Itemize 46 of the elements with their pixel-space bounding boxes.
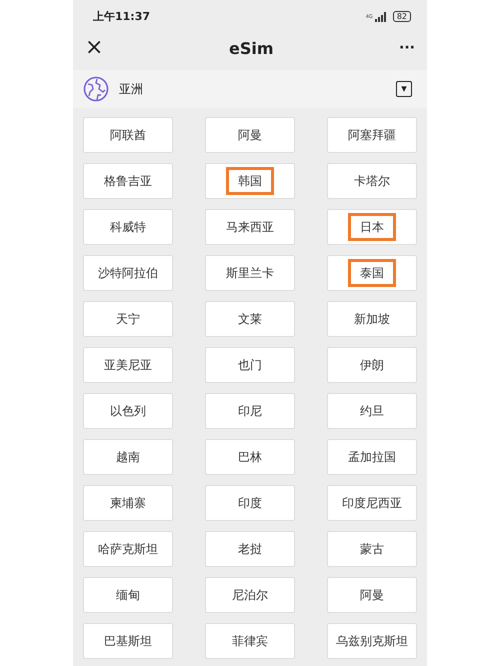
- battery-level: 82: [392, 11, 411, 22]
- country-button[interactable]: 也门: [205, 347, 295, 383]
- country-button[interactable]: 老挝: [205, 531, 295, 567]
- country-button[interactable]: 阿曼: [205, 117, 295, 153]
- country-button[interactable]: 蒙古: [327, 531, 417, 567]
- country-button[interactable]: 越南: [83, 439, 173, 475]
- country-button[interactable]: 文莱: [205, 301, 295, 337]
- country-button[interactable]: 亚美尼亚: [83, 347, 173, 383]
- country-button[interactable]: 格鲁吉亚: [83, 163, 173, 199]
- country-button[interactable]: 印尼: [205, 393, 295, 429]
- dropdown-toggle[interactable]: ▾: [396, 81, 412, 97]
- country-button[interactable]: 尼泊尔: [205, 577, 295, 613]
- country-button[interactable]: 日本: [327, 209, 417, 245]
- country-button[interactable]: 韩国: [205, 163, 295, 199]
- country-button[interactable]: 卡塔尔: [327, 163, 417, 199]
- country-button[interactable]: 新加坡: [327, 301, 417, 337]
- country-button[interactable]: 以色列: [83, 393, 173, 429]
- globe-icon: [83, 76, 109, 102]
- country-button[interactable]: 印度尼西亚: [327, 485, 417, 521]
- country-button[interactable]: 科威特: [83, 209, 173, 245]
- country-button[interactable]: 伊朗: [327, 347, 417, 383]
- signal-icon: [374, 12, 387, 22]
- country-button[interactable]: 巴基斯坦: [83, 623, 173, 659]
- country-button[interactable]: 泰国: [327, 255, 417, 291]
- region-name: 亚洲: [119, 80, 144, 98]
- country-button[interactable]: 阿联酋: [83, 117, 173, 153]
- country-button[interactable]: 天宁: [83, 301, 173, 337]
- page-title: eSim: [228, 38, 274, 58]
- country-button[interactable]: 哈萨克斯坦: [83, 531, 173, 567]
- close-button[interactable]: ×: [85, 37, 104, 59]
- region-selector[interactable]: 亚洲 ▾: [73, 70, 427, 108]
- country-button[interactable]: 乌兹别克斯坦: [327, 623, 417, 659]
- country-button[interactable]: 沙特阿拉伯: [83, 255, 173, 291]
- country-button[interactable]: 缅甸: [83, 577, 173, 613]
- country-button[interactable]: 孟加拉国: [327, 439, 417, 475]
- country-button[interactable]: 柬埔寨: [83, 485, 173, 521]
- country-button[interactable]: 阿塞拜疆: [327, 117, 417, 153]
- country-button[interactable]: 阿曼: [327, 577, 417, 613]
- more-button[interactable]: ···: [399, 40, 415, 56]
- country-button[interactable]: 印度: [205, 485, 295, 521]
- country-button[interactable]: 巴林: [205, 439, 295, 475]
- status-time: 上午11:37: [93, 9, 150, 24]
- country-button[interactable]: 菲律宾: [205, 623, 295, 659]
- country-button[interactable]: 约旦: [327, 393, 417, 429]
- country-button[interactable]: 斯里兰卡: [205, 255, 295, 291]
- country-button[interactable]: 马来西亚: [205, 209, 295, 245]
